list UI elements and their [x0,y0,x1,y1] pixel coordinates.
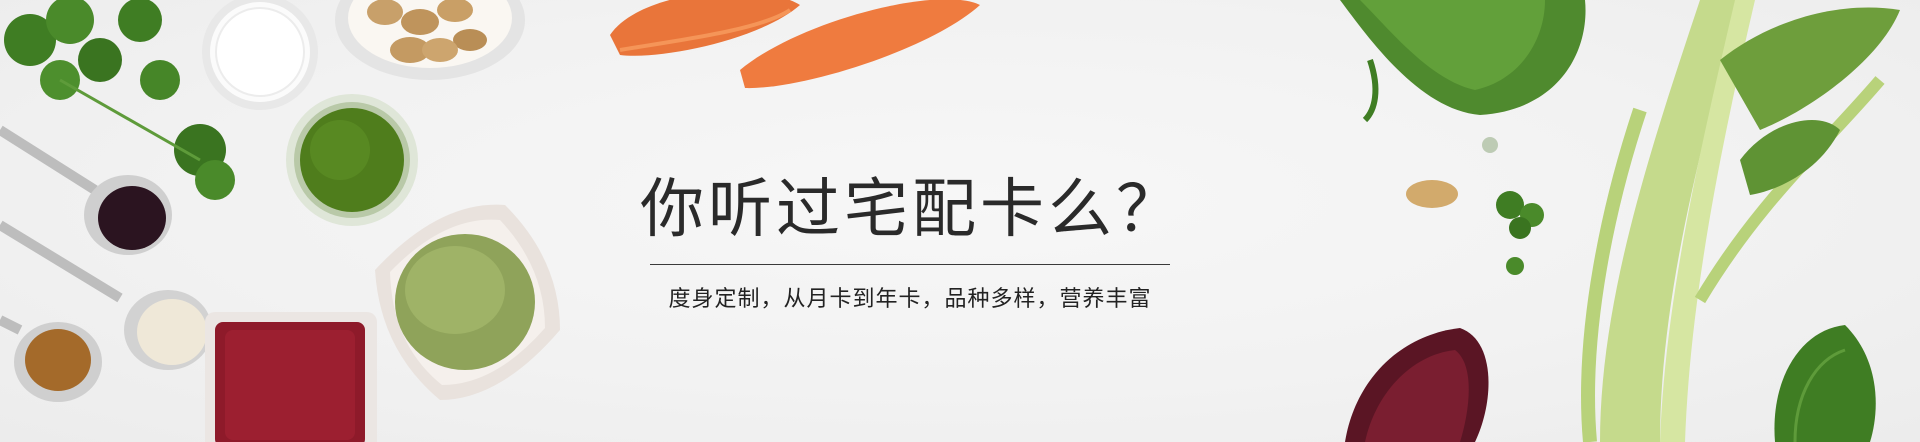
banner-title: 你听过宅配卡么？ [640,173,1184,247]
cinnamon-spoon-image [0,315,102,402]
carrots-image [610,0,980,89]
green-juice-glass-image [286,94,418,226]
green-leaf-image [1774,325,1876,442]
green-peas-bowl-image [375,204,560,400]
red-beans-dish-image [205,312,377,442]
headline-block: 你听过宅配卡么？ 度身定制，从月卡到年卡，品种多样，营养丰富 [640,170,1180,313]
almond-image [1406,180,1458,208]
title-divider [650,264,1170,265]
milk-glass-image [202,0,318,110]
spinach-leaves-image [1340,0,1586,123]
parsley-sprig-image [1482,137,1544,275]
banner-subtitle: 度身定制，从月卡到年卡，品种多样，营养丰富 [668,287,1152,312]
parsley-image [4,0,235,200]
beetroot-image [1345,328,1489,442]
promo-banner: 你听过宅配卡么？ 度身定制，从月卡到年卡，品种多样，营养丰富 [0,0,1920,442]
almonds-bowl-image [335,0,525,80]
